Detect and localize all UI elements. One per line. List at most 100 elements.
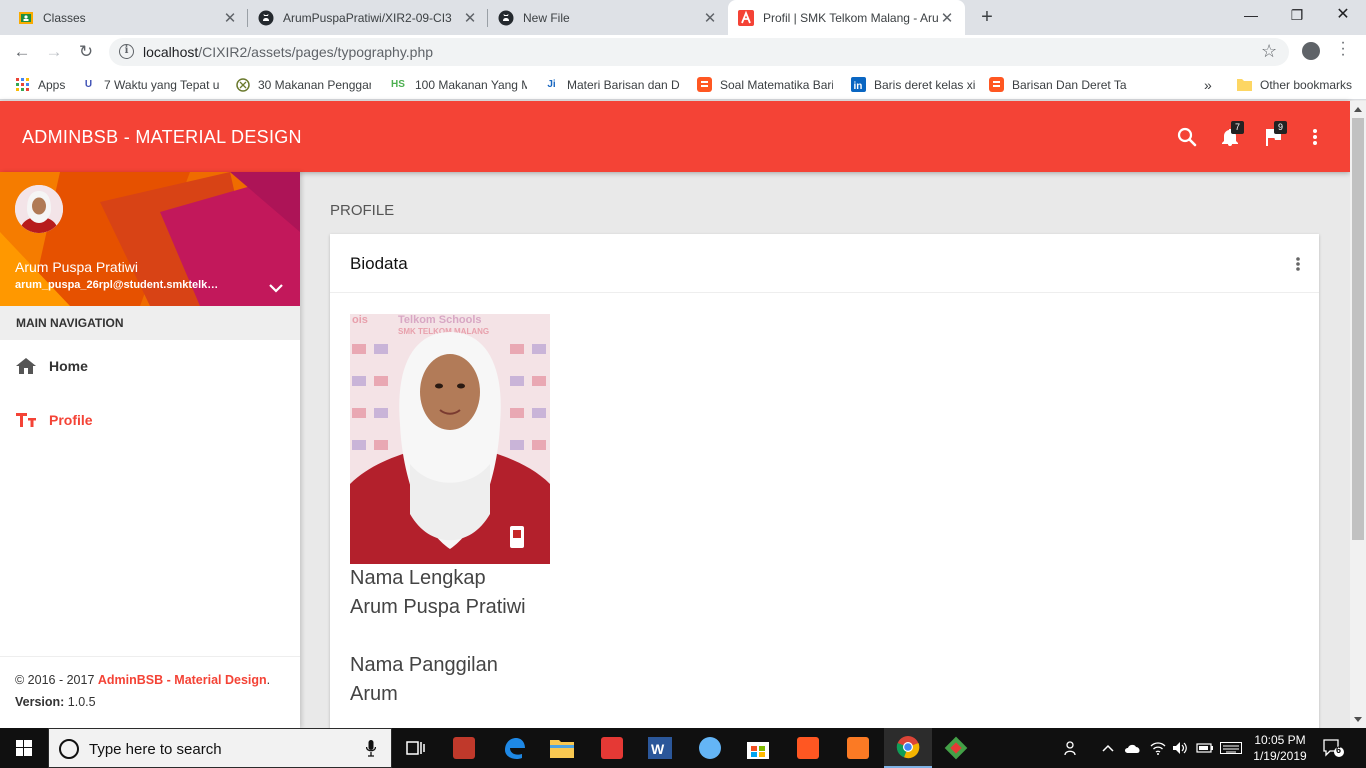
svg-text:ois: ois: [352, 314, 368, 326]
site-info-icon[interactable]: i: [119, 44, 134, 59]
tab-title: Profil | SMK Telkom Malang - Arum Puspa …: [763, 10, 939, 25]
github-icon: [258, 10, 274, 26]
bookmark-item[interactable]: U 7 Waktu yang Tepat untuk: [81, 76, 219, 93]
volume-icon[interactable]: [1172, 728, 1188, 768]
sidebar-footer: © 2016 - 2017 AdminBSB - Material Design…: [0, 656, 300, 728]
blogger-app-icon[interactable]: [784, 728, 832, 768]
people-icon[interactable]: [1064, 728, 1080, 768]
task-view-icon[interactable]: [392, 728, 440, 768]
microsoft-store-icon[interactable]: [734, 728, 782, 768]
card-menu-icon[interactable]: [1293, 255, 1303, 273]
close-tab-icon[interactable]: ✕: [462, 9, 478, 27]
wifi-icon[interactable]: [1150, 728, 1166, 768]
main-navigation-header: MAIN NAVIGATION: [0, 306, 300, 340]
xampp-icon[interactable]: [834, 728, 882, 768]
tab-title: ArumPuspaPratiwi/XIR2-09-CI3: [283, 10, 452, 25]
browser-tab-classes[interactable]: Classes ✕: [8, 0, 248, 35]
folder-icon: [1237, 77, 1252, 92]
notifications-button[interactable]: 7: [1218, 121, 1244, 149]
store-app-icon[interactable]: [588, 728, 636, 768]
svg-text:W: W: [651, 741, 665, 757]
search-icon[interactable]: [1175, 125, 1199, 149]
bookmark-star-icon[interactable]: ☆: [1261, 41, 1277, 62]
adminbsb-icon: [738, 9, 754, 26]
minimize-window-button[interactable]: —: [1228, 0, 1274, 30]
back-arrow-icon[interactable]: ←: [9, 39, 35, 65]
bookmark-ji-icon: Ji: [547, 79, 556, 90]
scroll-down-arrow-icon[interactable]: [1354, 717, 1362, 722]
browser-tab-new-file[interactable]: New File ✕: [488, 0, 728, 35]
browser-tab-strip: Classes ✕ ArumPuspaPratiwi/XIR2-09-CI3 ✕…: [0, 0, 1366, 35]
windows-start-icon[interactable]: [0, 728, 48, 768]
cortana-icon: [59, 739, 79, 759]
close-tab-icon[interactable]: ✕: [702, 9, 718, 27]
app-globe-icon[interactable]: [686, 728, 734, 768]
bookmark-item[interactable]: Soal Matematika Bari: [697, 76, 833, 93]
bookmark-item[interactable]: Ji Materi Barisan dan De: [544, 76, 680, 93]
bookmark-apps[interactable]: Apps: [15, 76, 75, 93]
tab-title: New File: [523, 10, 570, 25]
git-icon[interactable]: [932, 728, 980, 768]
bookmark-item[interactable]: in Baris deret kelas xi: [851, 76, 977, 93]
browser-tab-profil[interactable]: Profil | SMK Telkom Malang - Arum Puspa …: [728, 0, 965, 35]
clock-time: 10:05 PM: [1254, 733, 1306, 747]
apps-grid-icon: [15, 77, 30, 92]
user-name: Arum Puspa Pratiwi: [15, 259, 138, 275]
edge-icon[interactable]: [490, 728, 538, 768]
chrome-icon[interactable]: [884, 728, 932, 768]
bookmarks-overflow-button[interactable]: »: [1204, 76, 1216, 93]
avatar[interactable]: [15, 185, 63, 233]
taskbar-clock[interactable]: 10:05 PM 1/19/2019: [1249, 732, 1311, 764]
new-tab-button[interactable]: +: [975, 5, 999, 29]
bookmark-item[interactable]: 30 Makanan Penggan: [235, 76, 371, 93]
close-tab-icon[interactable]: ✕: [939, 9, 955, 27]
browser-tab-github-repo[interactable]: ArumPuspaPratiwi/XIR2-09-CI3 ✕: [248, 0, 488, 35]
close-tab-icon[interactable]: ✕: [222, 9, 238, 27]
field-label-nama-lengkap: Nama Lengkap: [350, 567, 486, 589]
reload-icon[interactable]: ↻: [73, 39, 99, 65]
linkedin-icon: in: [851, 77, 866, 92]
chrome-menu-icon[interactable]: · · ·: [1338, 35, 1348, 63]
sidebar-item-home[interactable]: Home: [0, 343, 300, 389]
show-hidden-icons-chevron-up-icon[interactable]: [1101, 728, 1115, 768]
action-center-icon[interactable]: 6: [1322, 738, 1344, 758]
address-bar[interactable]: i localhost/CIXIR2/assets/pages/typograp…: [109, 38, 1289, 66]
taskbar-search-placeholder: Type here to search: [89, 741, 222, 758]
adminbsb-link[interactable]: AdminBSB - Material Design: [98, 673, 267, 687]
app-editor-icon[interactable]: [440, 728, 488, 768]
browser-toolbar: ← → ↻ i localhost/CIXIR2/assets/pages/ty…: [0, 35, 1366, 69]
blogger-icon: [989, 77, 1004, 92]
more-vert-icon[interactable]: [1303, 125, 1327, 149]
sidebar-item-profile[interactable]: Profile: [0, 397, 300, 443]
restore-window-button[interactable]: ❐: [1274, 0, 1320, 30]
url-text[interactable]: localhost/CIXIR2/assets/pages/typography…: [143, 44, 433, 60]
word-icon[interactable]: W: [636, 728, 684, 768]
chevron-down-icon[interactable]: [268, 280, 284, 296]
photo-backdrop-text: Telkom Schools: [398, 314, 482, 326]
profile-photo: ois Telkom Schools SMK TELKOM MALANG: [350, 314, 550, 564]
scroll-up-arrow-icon[interactable]: [1354, 107, 1362, 112]
onedrive-icon[interactable]: [1124, 728, 1142, 768]
chrome-profile-icon[interactable]: [1302, 42, 1320, 60]
tasks-button[interactable]: 9: [1261, 121, 1287, 149]
page-scrollbar[interactable]: [1350, 101, 1366, 728]
bookmark-item[interactable]: HS 100 Makanan Yang M: [389, 76, 527, 93]
other-bookmarks-folder[interactable]: Other bookmarks: [1237, 76, 1357, 93]
microphone-icon[interactable]: [365, 740, 377, 757]
version-text: Version: 1.0.5: [15, 695, 96, 709]
bookmark-food-icon: [235, 77, 250, 92]
keyboard-icon[interactable]: [1220, 728, 1242, 768]
left-sidebar: Arum Puspa Pratiwi arum_puspa_26rpl@stud…: [0, 172, 300, 728]
taskbar-search-box[interactable]: Type here to search: [48, 728, 392, 768]
google-classroom-icon: [18, 10, 34, 26]
bookmark-u-icon: U: [84, 79, 93, 90]
brand-title[interactable]: ADMINBSB - MATERIAL DESIGN: [22, 127, 302, 148]
forward-arrow-icon[interactable]: →: [41, 39, 67, 65]
text-fields-icon: [15, 409, 37, 431]
file-explorer-icon[interactable]: [538, 728, 586, 768]
battery-icon[interactable]: [1196, 728, 1214, 768]
scrollbar-thumb[interactable]: [1352, 118, 1364, 540]
bookmark-item[interactable]: Barisan Dan Deret Tak: [989, 76, 1127, 93]
field-label-nama-panggilan: Nama Panggilan: [350, 654, 498, 676]
close-window-button[interactable]: ✕: [1320, 0, 1366, 30]
